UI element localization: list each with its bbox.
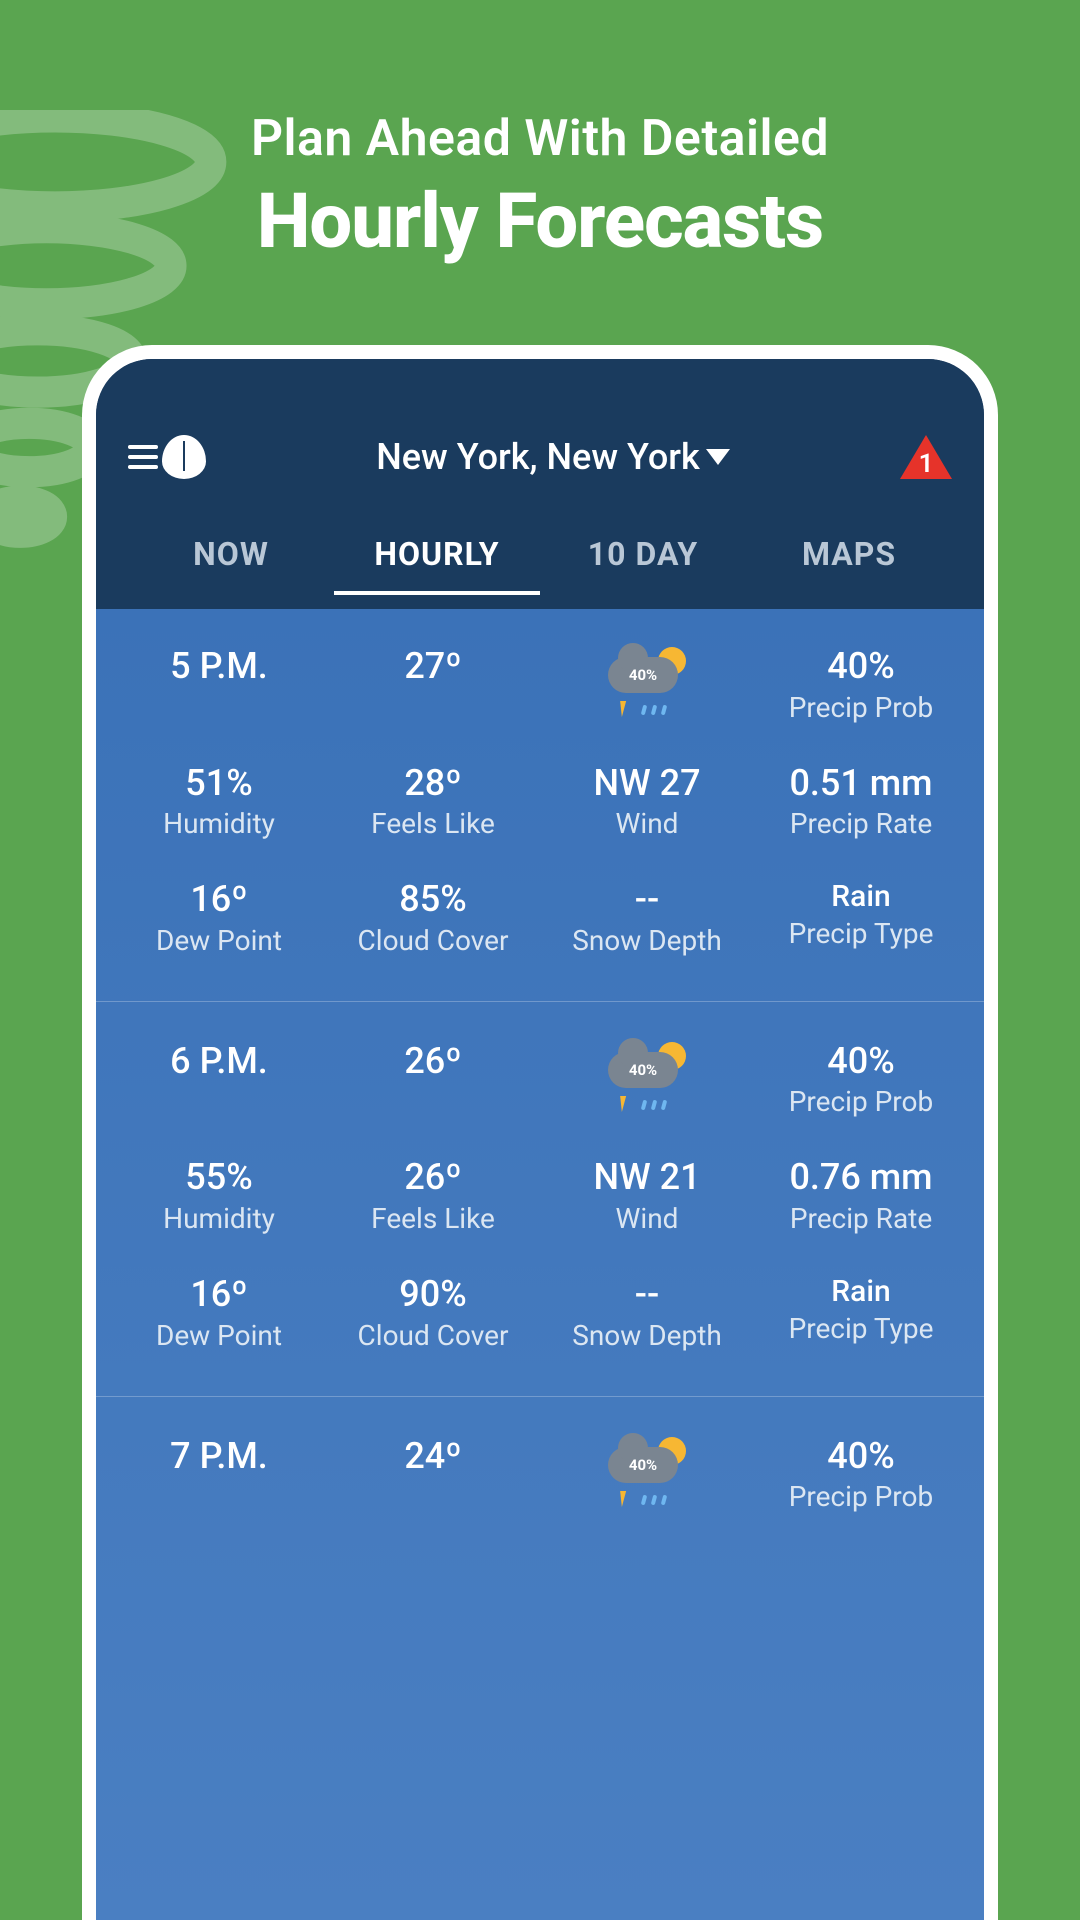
dew-point: 16ºDew Point — [112, 1275, 326, 1352]
hourly-list[interactable]: 5 P.M. 27º 40% 40%Precip Prob 51%Humidit… — [96, 607, 984, 1557]
cloud-cover: 90%Cloud Cover — [326, 1275, 540, 1352]
phone-frame: New York, New York 1 NOW HOURLY 10 DAY M… — [82, 345, 998, 1920]
hour-row[interactable]: 5 P.M. 27º 40% 40%Precip Prob 51%Humidit… — [96, 607, 984, 1002]
hour-time: 5 P.M. — [112, 647, 326, 724]
alert-badge[interactable]: 1 — [900, 435, 952, 479]
precip-prob: 40%Precip Prob — [754, 1437, 968, 1514]
location-selector[interactable]: New York, New York — [376, 436, 730, 478]
tab-10day[interactable]: 10 DAY — [540, 535, 746, 595]
menu-icon[interactable] — [128, 445, 158, 469]
phone-screen: New York, New York 1 NOW HOURLY 10 DAY M… — [96, 359, 984, 1920]
precip-prob: 40%Precip Prob — [754, 647, 968, 724]
dew-point: 16ºDew Point — [112, 880, 326, 957]
snow-depth: --Snow Depth — [540, 880, 754, 957]
tab-maps[interactable]: MAPS — [746, 535, 952, 595]
precip-type: RainPrecip Type — [754, 880, 968, 957]
location-name: New York, New York — [376, 436, 700, 478]
weather-condition-icon: 40% — [540, 1042, 754, 1119]
wind: NW 21Wind — [540, 1158, 754, 1235]
precip-rate: 0.51 mmPrecip Rate — [754, 764, 968, 841]
hour-temp: 26º — [326, 1042, 540, 1119]
alert-count: 1 — [918, 449, 934, 479]
humidity: 55%Humidity — [112, 1158, 326, 1235]
precip-type: RainPrecip Type — [754, 1275, 968, 1352]
weatherbug-logo-icon — [162, 435, 206, 479]
hour-temp: 24º — [326, 1437, 540, 1514]
precip-rate: 0.76 mmPrecip Rate — [754, 1158, 968, 1235]
tabs: NOW HOURLY 10 DAY MAPS — [128, 535, 952, 595]
hour-temp: 27º — [326, 647, 540, 724]
wind: NW 27Wind — [540, 764, 754, 841]
precip-prob: 40%Precip Prob — [754, 1042, 968, 1119]
weather-condition-icon: 40% — [540, 647, 754, 724]
menu-and-logo[interactable] — [128, 435, 206, 479]
tab-hourly[interactable]: HOURLY — [334, 535, 540, 595]
hour-time: 6 P.M. — [112, 1042, 326, 1119]
hour-time: 7 P.M. — [112, 1437, 326, 1514]
weather-condition-icon: 40% — [540, 1437, 754, 1514]
chevron-down-icon — [706, 449, 730, 465]
feels-like: 28ºFeels Like — [326, 764, 540, 841]
hour-row[interactable]: 7 P.M. 24º 40% 40%Precip Prob — [96, 1397, 984, 1558]
feels-like: 26ºFeels Like — [326, 1158, 540, 1235]
snow-depth: --Snow Depth — [540, 1275, 754, 1352]
hour-row[interactable]: 6 P.M. 26º 40% 40%Precip Prob 55%Humidit… — [96, 1002, 984, 1397]
humidity: 51%Humidity — [112, 764, 326, 841]
app-header: New York, New York 1 NOW HOURLY 10 DAY M… — [96, 359, 984, 607]
tab-now[interactable]: NOW — [128, 535, 334, 595]
cloud-cover: 85%Cloud Cover — [326, 880, 540, 957]
